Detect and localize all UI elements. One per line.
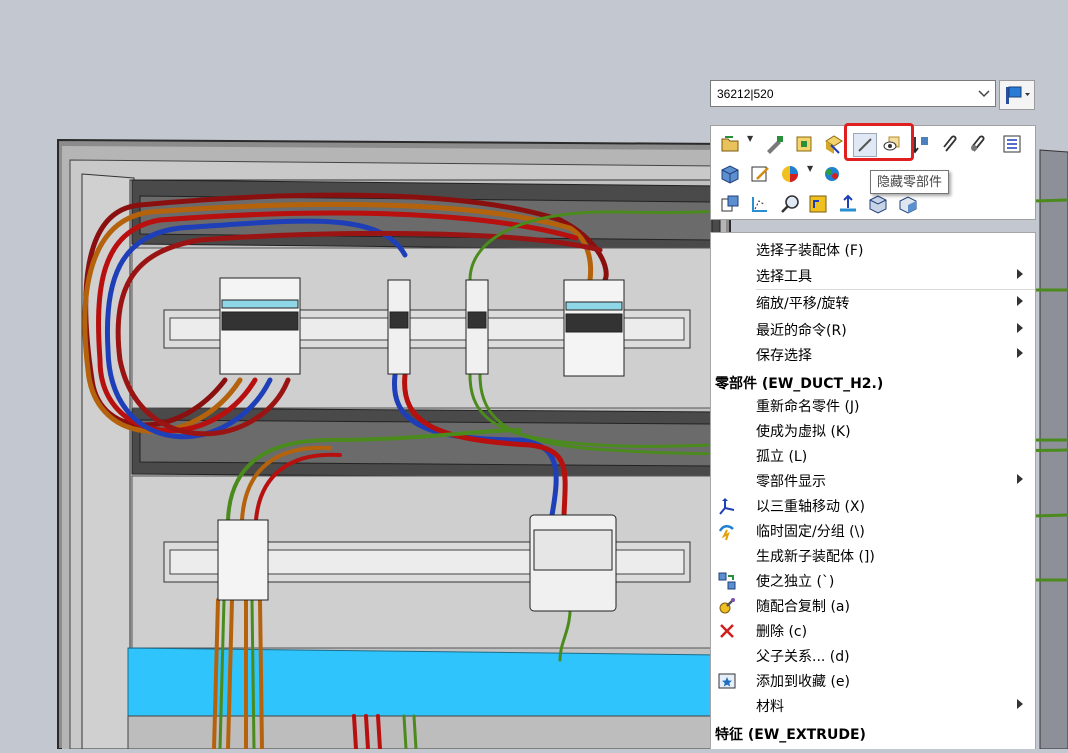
display-pane-button[interactable] — [999, 80, 1035, 110]
dropdown-arrow-icon[interactable]: ▼ — [747, 134, 755, 144]
copy-with-mates-icon — [717, 596, 737, 616]
chevron-down-icon — [978, 90, 990, 98]
chevron-right-icon — [1017, 269, 1023, 279]
menu-item-add-to-favorites[interactable]: 添加到收藏 (e) — [711, 668, 1035, 693]
menu-item-save-selection[interactable]: 保存选择 — [711, 342, 1035, 367]
open-part-icon[interactable] — [719, 133, 741, 155]
view-orientation-icon[interactable] — [807, 193, 829, 215]
list-icon[interactable] — [1001, 133, 1023, 155]
triad-icon — [717, 496, 737, 516]
view-cube-icon[interactable] — [897, 193, 919, 215]
replace-component-icon[interactable] — [719, 193, 741, 215]
menu-item-component-display[interactable]: 零部件显示 — [711, 468, 1035, 493]
mate-icon[interactable] — [967, 133, 989, 155]
menu-item-new-subassembly[interactable]: 生成新子装配体 (]) — [711, 543, 1035, 568]
menu-item-make-independent[interactable]: 使之独立 (`) — [711, 568, 1035, 593]
delete-icon — [717, 621, 737, 641]
menu-item-rename-part[interactable]: 重新命名零件 (J) — [711, 393, 1035, 418]
appearance-icon[interactable] — [779, 163, 801, 185]
toolbar-tooltip: 隐藏零部件 — [870, 170, 950, 194]
assembly-icon[interactable] — [793, 133, 815, 155]
menu-item-isolate[interactable]: 孤立 (L) — [711, 443, 1035, 468]
3d-part-icon[interactable] — [719, 163, 741, 185]
menu-item-zoom-pan-rotate[interactable]: 缩放/平移/旋转 — [711, 290, 1035, 315]
sketch-icon[interactable] — [749, 193, 771, 215]
zoom-to-selection-icon[interactable] — [779, 193, 801, 215]
flag-icon — [1006, 86, 1030, 104]
make-independent-icon — [717, 571, 737, 591]
section-header-component: 零部件 (EW_DUCT_H2.) — [715, 376, 884, 392]
isometric-view-icon[interactable] — [867, 193, 889, 215]
section-header-feature: 特征 (EW_EXTRUDE) — [715, 727, 866, 743]
menu-item-selection-tools[interactable]: 选择工具 — [711, 263, 1035, 288]
menu-item-copy-with-mates[interactable]: 随配合复制 (a) — [711, 593, 1035, 618]
chevron-right-icon — [1017, 323, 1023, 333]
chevron-right-icon — [1017, 699, 1023, 709]
normal-to-icon[interactable] — [837, 193, 859, 215]
menu-item-select-subassembly[interactable]: 选择子装配体 (F) — [711, 237, 1035, 262]
context-menu: 选择子装配体 (F) 选择工具 缩放/平移/旋转 最近的命令(R) 保存选择 零… — [710, 232, 1036, 749]
menu-item-recent-commands[interactable]: 最近的命令(R) — [711, 317, 1035, 342]
highlight-frame — [844, 123, 914, 161]
menu-item-delete[interactable]: 删除 (c) — [711, 618, 1035, 643]
sketch-edit-icon[interactable] — [749, 163, 771, 185]
configuration-select[interactable]: 36212|520 — [710, 80, 996, 107]
edit-part-icon[interactable] — [763, 133, 785, 155]
favorite-icon — [717, 671, 737, 691]
menu-item-parent-child[interactable]: 父子关系... (d) — [711, 643, 1035, 668]
rebuild-color-icon[interactable] — [821, 163, 843, 185]
menu-item-make-virtual[interactable]: 使成为虚拟 (K) — [711, 418, 1035, 443]
menu-item-temp-fix-group[interactable]: 临时固定/分组 (\) — [711, 518, 1035, 543]
temp-fix-icon — [717, 521, 737, 541]
component-properties-icon[interactable] — [823, 133, 845, 155]
chevron-right-icon — [1017, 474, 1023, 484]
dropdown-arrow-icon[interactable]: ▼ — [807, 164, 815, 174]
menu-item-move-with-triad[interactable]: 以三重轴移动 (X) — [711, 493, 1035, 518]
paperclip-icon[interactable] — [939, 133, 961, 155]
configuration-value: 36212|520 — [717, 87, 774, 101]
chevron-right-icon — [1017, 296, 1023, 306]
menu-item-material[interactable]: 材料 — [711, 693, 1035, 718]
chevron-right-icon — [1017, 348, 1023, 358]
